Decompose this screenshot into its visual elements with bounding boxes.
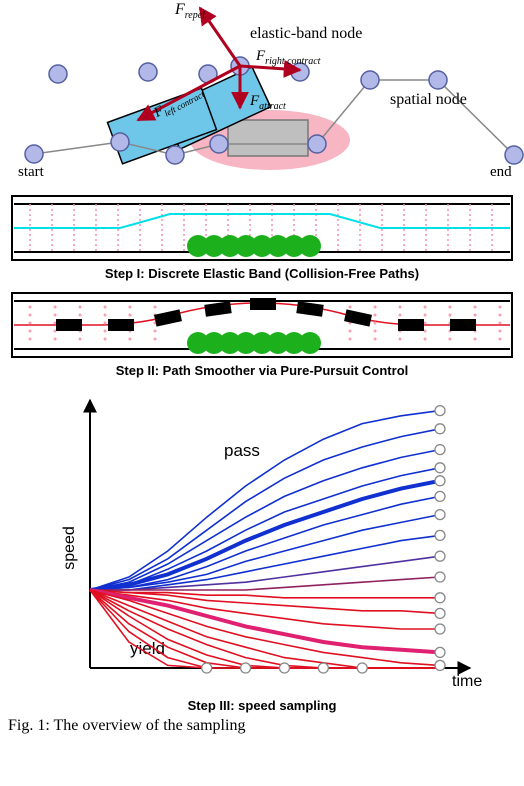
xlabel: time [452, 673, 482, 690]
endpoint-marker [435, 445, 445, 455]
chart-series-pass-3 [90, 450, 440, 590]
panel-step1 [0, 190, 524, 266]
endpoint-marker [202, 663, 212, 673]
endpoint-marker [435, 510, 445, 520]
deb-path [14, 214, 510, 228]
endpoint-marker [435, 647, 445, 657]
endpoint-marker [435, 424, 445, 434]
endpoint-marker [435, 406, 445, 416]
endpoint-marker [435, 660, 445, 670]
endpoint-marker [435, 491, 445, 501]
green-obstacles-2 [187, 332, 321, 354]
endpoint-marker [357, 663, 367, 673]
step1-caption: Step I: Discrete Elastic Band (Collision… [0, 266, 524, 281]
elastic-band-label: elastic-band node [250, 25, 362, 42]
vehicle-poses [56, 298, 476, 331]
f-repel-label: Frepel [174, 1, 205, 21]
endpoint-marker [435, 572, 445, 582]
endpoint-marker [318, 663, 328, 673]
step3-caption: Step III: speed sampling [0, 698, 524, 713]
spatial-node-label: spatial node [390, 91, 467, 108]
chart-series-pass-5-bold [90, 481, 440, 590]
step2-caption: Step II: Path Smoother via Pure-Pursuit … [0, 363, 524, 378]
endpoint-marker [435, 624, 445, 634]
f-repel-arrow [200, 8, 240, 66]
chart-series-pass-2 [90, 429, 440, 590]
endpoint-marker [435, 608, 445, 618]
endpoint-marker [435, 530, 445, 540]
start-label: start [18, 164, 45, 180]
obstacle-rect [228, 120, 308, 156]
panel-step2 [0, 287, 524, 363]
panel-forces-diagram: Frepel elastic-band node Fright contract… [0, 0, 524, 190]
green-obstacles-1 [187, 235, 321, 257]
ylabel: speed [61, 526, 78, 570]
figure-container: Frepel elastic-band node Fright contract… [0, 0, 524, 739]
endpoint-marker [435, 551, 445, 561]
f-right-label: Fright contract [255, 48, 321, 67]
endpoint-marker [435, 463, 445, 473]
end-label: end [490, 164, 512, 180]
endpoint-marker [435, 476, 445, 486]
figure-caption: Fig. 1: The overview of the sampling [0, 713, 524, 739]
endpoint-marker [279, 663, 289, 673]
endpoint-marker [435, 593, 445, 603]
endpoint-marker [241, 663, 251, 673]
pass-annotation: pass [224, 441, 260, 460]
speed-chart: speed time pass yield [0, 388, 524, 698]
